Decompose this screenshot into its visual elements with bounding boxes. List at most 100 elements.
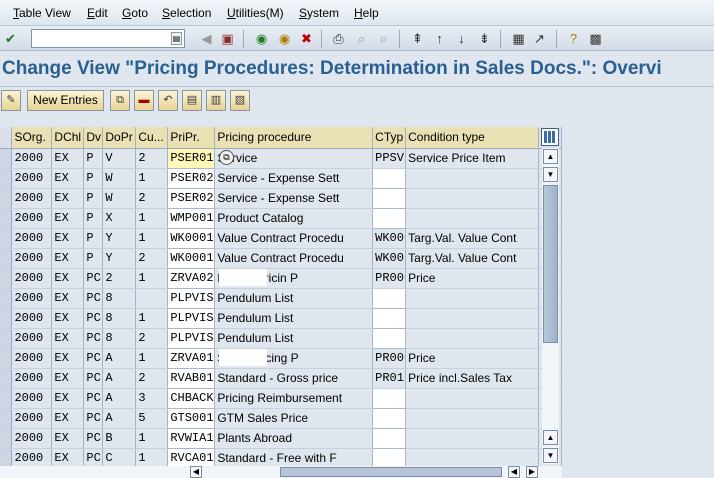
row-selector[interactable] [0,428,13,449]
shortcut-icon[interactable]: ↗ [531,30,548,47]
pricing-procedure-key-cell[interactable]: PLPVIS [167,327,216,349]
select-block-icon[interactable]: ▥ [206,90,226,111]
vertical-scrollbar[interactable]: ▲ ▼ ▲ ▼ [542,148,559,464]
table-row[interactable]: 2000 EX PC A 2 RVAB01 Standard - Gross price PR… [0,367,562,389]
display-change-icon[interactable]: ✎ [1,90,21,111]
copy-as-icon[interactable]: ⧉ [110,90,130,111]
column-header[interactable]: Dv [83,127,104,149]
select-all-icon[interactable]: ▤ [182,90,202,111]
command-field[interactable]: ▤ [31,29,185,48]
row-selector[interactable] [0,448,13,469]
menu-goto[interactable]: Goto [122,6,148,20]
pricing-procedure-key-cell[interactable]: RVCA01 [167,447,216,469]
menu-help[interactable]: Help [354,6,379,20]
pricing-procedure-key-cell[interactable]: PSER02 [167,187,216,209]
undo-change-icon[interactable]: ↶ [158,90,178,111]
table-row[interactable]: 2000 EX PC B 1 RVWIA1 Plants Abroad [0,427,562,449]
first-page-icon[interactable]: ⇞ [409,30,426,47]
column-header[interactable]: DChl [51,127,85,149]
row-selector[interactable] [0,248,13,269]
pricing-procedure-key-cell[interactable]: RVAB01 [167,367,216,389]
table-row[interactable]: 2000 EX PC A 3 CHBACK Pricing Reimbursement [0,387,562,409]
menu-table-view[interactable]: Table View [13,6,71,20]
pricing-procedure-key-cell[interactable]: PSER02 [167,167,216,189]
pricing-procedure-key-cell[interactable]: ZRVA01 [167,347,216,369]
pricing-procedure-key-cell[interactable]: GTS001 [167,407,216,429]
row-selector[interactable] [0,368,13,389]
exit-icon[interactable]: ◉ [276,30,293,47]
new-entries-button[interactable]: New Entries [27,90,104,111]
column-header[interactable]: DoPr [102,127,137,149]
menu-system[interactable]: System [299,6,339,20]
scroll-up-arrow-icon[interactable]: ▲ [543,149,558,164]
row-selector[interactable] [0,408,13,429]
pricing-procedure-key-cell[interactable]: WK0001 [167,227,216,249]
save-icon[interactable]: ▣ [219,30,236,47]
previous-page-icon[interactable]: ↑ [431,30,448,47]
pricing-procedure-key-cell[interactable]: WK0001 [167,247,216,269]
new-session-icon[interactable]: ▦ [510,30,527,47]
table-row[interactable]: 2000 EX P W 1 PSER02 Service - Expense Sett [0,167,562,189]
pricing-procedure-key-cell[interactable]: PLPVIS [167,287,216,309]
table-row[interactable]: 2000 EX P W 2 PSER02 Service - Expense Sett [0,187,562,209]
menu-selection[interactable]: Selection [162,6,211,20]
horizontal-scrollbar[interactable]: ◀ ◀ ▶ [0,466,562,478]
scroll-page-down-arrow-icon[interactable]: ▼ [543,167,558,182]
column-header[interactable]: PriPr. [167,127,216,149]
table-row[interactable]: 2000 EX PC 8 PLPVIS Pendulum List [0,287,562,309]
column-header[interactable]: Pricing procedure [214,127,374,149]
row-selector[interactable] [0,388,13,409]
scroll-left-arrow-icon[interactable]: ◀ [190,466,202,478]
row-selector[interactable] [0,188,13,209]
row-selector[interactable] [0,208,13,229]
next-page-icon[interactable]: ↓ [453,30,470,47]
table-row[interactable]: 2000 EX P V 2 PSER01 Service PPSV Service Price … [0,147,562,169]
pricing-procedure-key-cell[interactable]: RVWIA1 [167,427,216,449]
table-row[interactable]: 2000 EX P Y 2 WK0001 Value Contract Procedu WK0… [0,247,562,269]
table-row[interactable]: 2000EXPC21ZRVA02Return Pricin PPR00Price [0,267,562,289]
back-arrow-icon[interactable]: ◀ [198,30,215,47]
column-header[interactable]: Cu... [135,127,169,149]
cancel-icon[interactable]: ✖ [298,30,315,47]
possible-entries-icon[interactable]: ⧉ [219,150,234,165]
table-row[interactable]: 2000EXPCA1ZRVA01Sales Pricing PPR00Price [0,347,562,369]
delete-icon[interactable]: ▬ [134,90,154,111]
table-row[interactable]: 2000 EX PC A 5 GTS001 GTM Sales Price [0,407,562,429]
table-settings-icon[interactable] [541,128,559,146]
help-icon[interactable]: ? [565,30,582,47]
pricing-procedure-key-cell[interactable]: PLPVIS [167,307,216,329]
row-selector[interactable] [0,168,13,189]
select-all-header[interactable] [0,127,13,149]
scroll-down-arrow-icon[interactable]: ▼ [543,448,558,463]
scroll-page-up-arrow-icon[interactable]: ▲ [543,430,558,445]
column-header[interactable]: CTyp [372,127,407,149]
print-icon[interactable]: ⎙ [330,30,347,47]
pricing-procedure-key-cell[interactable]: CHBACK [167,387,216,409]
menu-edit[interactable]: Edit [87,6,108,20]
row-selector[interactable] [0,148,13,169]
row-selector[interactable] [0,268,13,289]
column-header[interactable]: SOrg. [11,127,53,149]
row-selector[interactable] [0,348,13,369]
menu-utilities[interactable]: Utilities(M) [227,6,284,20]
horizontal-scroll-thumb[interactable] [280,467,502,477]
row-selector[interactable] [0,308,13,329]
scroll-left-end-arrow-icon[interactable]: ◀ [508,466,520,478]
table-row[interactable]: 2000 EX P X 1 WMP001 Product Catalog [0,207,562,229]
row-selector[interactable] [0,228,13,249]
row-selector[interactable] [0,288,13,309]
back-icon[interactable]: ◉ [253,30,270,47]
command-history-icon[interactable]: ▤ [171,32,182,45]
pricing-procedure-key-cell[interactable]: ZRVA02 [167,267,216,289]
column-header[interactable]: Condition type [405,127,540,149]
scroll-thumb[interactable] [543,185,558,343]
pricing-procedure-key-cell[interactable]: WMP001 [167,207,216,229]
pricing-procedure-key-cell[interactable]: PSER01 [167,147,216,169]
table-row[interactable]: 2000 EX PC 8 2 PLPVIS Pendulum List [0,327,562,349]
find-next-icon[interactable]: ⌕ [375,30,392,47]
layout-menu-icon[interactable]: ▩ [587,30,604,47]
enter-check-icon[interactable]: ✔ [2,30,19,47]
table-row[interactable]: 2000 EX P Y 1 WK0001 Value Contract Procedu WK0… [0,227,562,249]
table-row[interactable]: 2000 EX PC C 1 RVCA01 Standard - Free with F [0,447,562,469]
last-page-icon[interactable]: ⇟ [476,30,493,47]
